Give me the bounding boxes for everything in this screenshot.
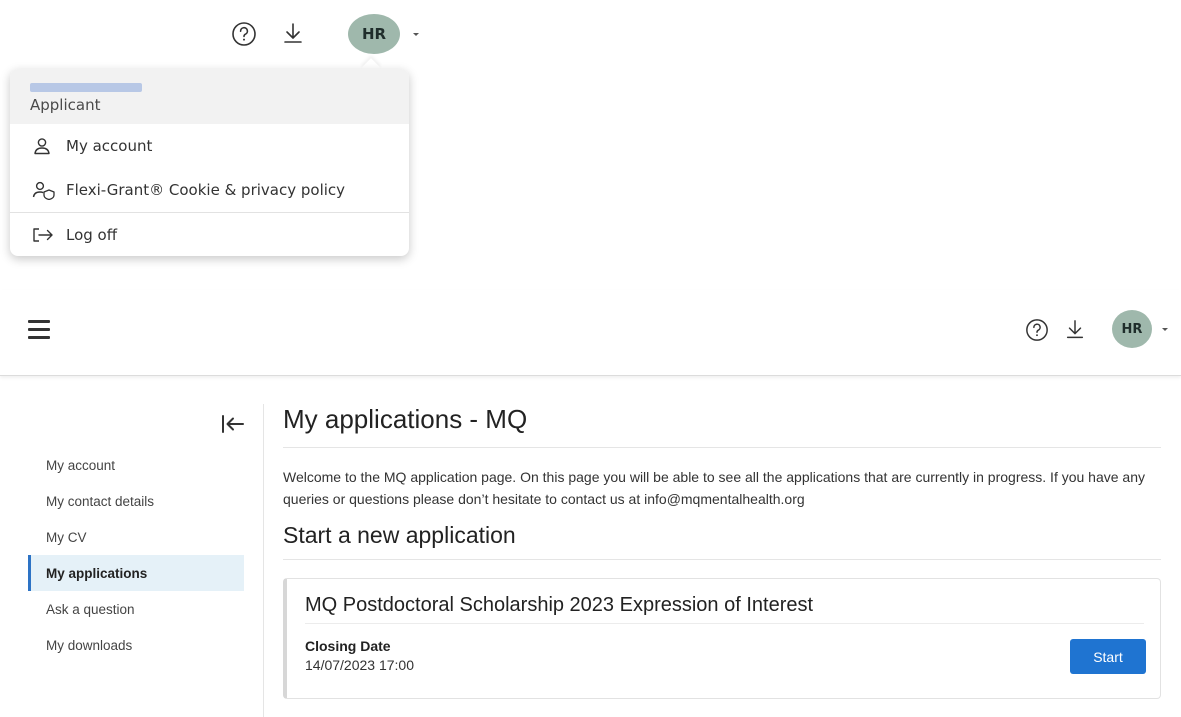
log-off-icon (32, 226, 56, 244)
welcome-text: Welcome to the MQ application page. On t… (283, 469, 1146, 507)
user-name-redacted (30, 83, 142, 92)
sidebar-item-my-applications[interactable]: My applications (28, 555, 244, 591)
sidebar-nav: My account My contact details My CV My a… (28, 447, 244, 667)
start-button[interactable]: Start (1070, 639, 1146, 674)
user-icon (32, 136, 56, 156)
menu-icon[interactable] (28, 320, 50, 339)
section-title: Start a new application (283, 522, 1161, 560)
download-icon[interactable] (280, 20, 306, 48)
app-header: HR (0, 290, 1181, 376)
sidebar-item-contact-details[interactable]: My contact details (28, 483, 244, 519)
menu-item-label: My account (66, 137, 153, 155)
chevron-down-icon[interactable] (413, 33, 419, 36)
help-icon[interactable] (1024, 317, 1050, 343)
sidebar-item-downloads[interactable]: My downloads (28, 627, 244, 663)
sidebar-item-my-account[interactable]: My account (28, 447, 244, 483)
avatar[interactable]: HR (348, 14, 400, 54)
page-title: My applications - MQ (283, 404, 1161, 448)
sidebar-item-ask-question[interactable]: Ask a question (28, 591, 244, 627)
account-dropdown: Applicant My account Flexi-Grant® Cookie… (10, 69, 409, 256)
user-role: Applicant (30, 96, 101, 114)
application-card: MQ Postdoctoral Scholarship 2023 Express… (283, 578, 1161, 699)
menu-item-privacy-policy[interactable]: Flexi-Grant® Cookie & privacy policy (10, 168, 409, 212)
collapse-sidebar-icon[interactable] (218, 413, 246, 435)
avatar[interactable]: HR (1112, 310, 1152, 348)
menu-item-label: Log off (66, 225, 118, 244)
dropdown-user-header: Applicant (10, 69, 409, 124)
download-icon[interactable] (1063, 317, 1087, 343)
sidebar-divider (263, 404, 264, 717)
main-content: My applications - MQ Welcome to the MQ a… (283, 404, 1161, 699)
top-toolbar: HR (0, 0, 440, 70)
menu-item-log-off[interactable]: Log off (10, 212, 409, 256)
application-title: MQ Postdoctoral Scholarship 2023 Express… (305, 594, 1144, 624)
privacy-icon (32, 180, 56, 200)
menu-item-my-account[interactable]: My account (10, 124, 409, 168)
closing-date-value: 14/07/2023 17:00 (305, 657, 414, 673)
help-icon[interactable] (230, 20, 258, 48)
closing-date-label: Closing Date (305, 638, 391, 654)
menu-item-label: Flexi-Grant® Cookie & privacy policy (66, 181, 346, 199)
sidebar-item-my-cv[interactable]: My CV (28, 519, 244, 555)
chevron-down-icon[interactable] (1162, 328, 1168, 331)
